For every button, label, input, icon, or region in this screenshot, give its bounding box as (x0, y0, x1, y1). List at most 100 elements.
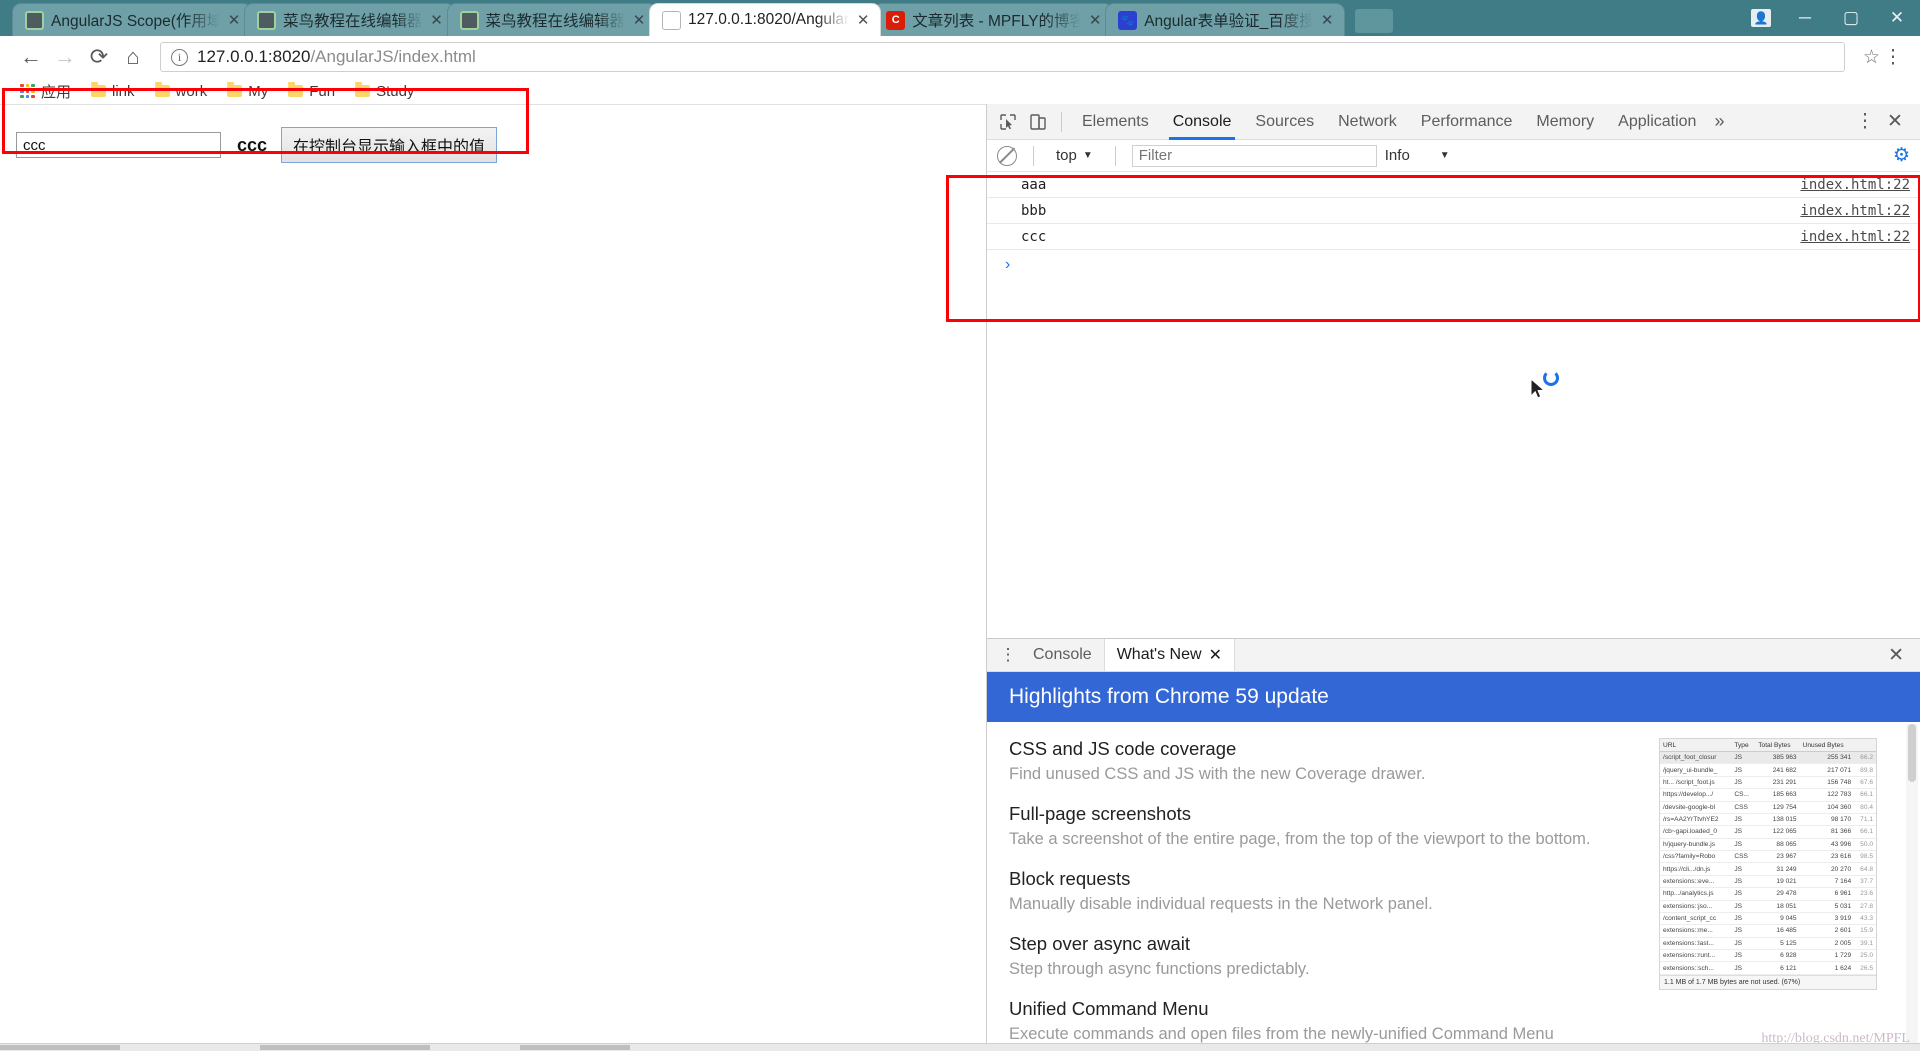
close-icon[interactable]: ✕ (1209, 645, 1222, 665)
col-url: URL (1660, 739, 1732, 752)
user-account-icon[interactable]: 👤 (1740, 0, 1782, 36)
item-title: Step over async await (1009, 933, 1190, 955)
table-cell: 385 963 (1755, 751, 1800, 765)
table-cell: JS (1731, 813, 1756, 827)
table-cell: 98.5 (1854, 850, 1876, 864)
folder-icon (154, 82, 170, 97)
table-cell: JS (1731, 776, 1756, 790)
table-row: extensions::runt... JS 6 928 1 729 25.0 (1660, 949, 1876, 963)
table-cell: 255 341 (1799, 751, 1855, 765)
text-input[interactable] (16, 132, 221, 158)
close-icon[interactable]: ✕ (1088, 11, 1102, 29)
table-cell: CSS (1731, 801, 1756, 814)
clear-console-icon[interactable] (997, 145, 1017, 166)
address-bar[interactable]: i 127.0.0.1:8020/AngularJS/index.html (160, 42, 1845, 72)
browser-tab[interactable]: C 文章列表 - MPFLY的博客 ✕ (873, 3, 1114, 36)
tab-network[interactable]: Network (1326, 104, 1409, 140)
table-cell: 31 249 (1755, 862, 1800, 876)
gear-icon[interactable]: ⚙ (1893, 144, 1910, 167)
baidu-icon: 🐾 (1118, 10, 1138, 30)
close-icon[interactable]: ✕ (430, 11, 444, 29)
table-cell: JS (1731, 838, 1756, 852)
table-cell: 129 754 (1755, 801, 1800, 814)
bookmark-my[interactable]: My (219, 81, 276, 102)
angularjs-icon (257, 10, 276, 30)
bookmark-label: Study (376, 82, 415, 100)
table-cell: 9 045 (1755, 912, 1800, 926)
drawer-close-icon[interactable]: ✕ (1888, 644, 1920, 667)
console-message-source[interactable]: index.html:22 (1800, 203, 1910, 219)
console-message-source[interactable]: index.html:22 (1800, 229, 1910, 245)
devtools-close-icon[interactable]: ✕ (1882, 110, 1908, 133)
page-info-icon[interactable]: i (171, 48, 188, 66)
table-cell: 66.1 (1854, 825, 1876, 839)
console-context-selector[interactable]: top ▼ (1050, 147, 1099, 164)
inspect-cursor-icon[interactable] (993, 108, 1023, 136)
drawer-scrollbar[interactable] (1906, 724, 1918, 1043)
console-message-row[interactable]: bbb index.html:22 (987, 198, 1920, 224)
browser-tab[interactable]: 菜鸟教程在线编辑器 ✕ (244, 3, 455, 36)
console-prompt[interactable]: › (987, 250, 1920, 280)
drawer-tab-bar: ⋮ Console What's New ✕ ✕ (987, 639, 1920, 672)
bookmark-link[interactable]: link (83, 81, 143, 102)
bookmark-apps[interactable]: 应用 (12, 79, 79, 104)
table-row: /content_script_cc JS 9 045 3 919 43.3 (1660, 912, 1876, 926)
browser-tab[interactable]: 🐾 Angular表单验证_百度搜 ✕ (1105, 3, 1346, 36)
bookmark-star-icon[interactable]: ☆ (1863, 46, 1880, 69)
tab-sources[interactable]: Sources (1243, 104, 1326, 140)
tab-elements[interactable]: Elements (1070, 104, 1161, 140)
drawer-tab-whats-new[interactable]: What's New ✕ (1103, 639, 1235, 671)
console-message-row[interactable]: ccc index.html:22 (987, 224, 1920, 250)
table-cell: extensions::me... (1660, 924, 1732, 938)
tab-performance[interactable]: Performance (1409, 104, 1525, 140)
table-cell: JS (1731, 912, 1756, 926)
bookmark-fun[interactable]: Fun (280, 81, 343, 102)
table-cell: 2 601 (1799, 924, 1855, 938)
table-cell: 104 360 (1799, 801, 1855, 814)
close-icon[interactable]: ✕ (1320, 11, 1334, 29)
minimize-button[interactable]: ─ (1782, 0, 1828, 36)
console-message-source[interactable]: index.html:22 (1800, 177, 1910, 193)
devtools-actions: ⋮ ✕ (1852, 110, 1914, 133)
tab-console[interactable]: Console (1161, 104, 1244, 140)
console-level-selector[interactable]: Info ▼ (1385, 147, 1450, 164)
more-tabs-icon[interactable]: » (1714, 111, 1724, 132)
new-tab-button[interactable] (1355, 9, 1394, 33)
url-host: 127.0.0.1:8020 (197, 47, 311, 66)
tab-memory[interactable]: Memory (1524, 104, 1606, 140)
tab-title: AngularJS Scope(作用域 (51, 13, 220, 30)
maximize-button[interactable]: ▢ (1828, 0, 1874, 36)
show-console-value-button[interactable]: 在控制台显示输入框中的值 (281, 127, 498, 163)
table-cell: JS (1731, 862, 1756, 876)
table-cell: https://develop.../ (1660, 788, 1732, 802)
back-icon[interactable]: ← (14, 40, 48, 74)
table-cell: 6 121 (1755, 961, 1800, 975)
drawer-tab-console[interactable]: Console (1021, 639, 1104, 672)
item-title: Block requests (1009, 868, 1131, 890)
close-icon[interactable]: ✕ (856, 11, 870, 29)
bookmark-work[interactable]: work (147, 81, 216, 102)
table-cell: /jquery_ui-bundle_ (1660, 763, 1732, 777)
whats-new-item: Full-page screenshots Take a screenshot … (1009, 803, 1629, 850)
close-icon[interactable]: ✕ (632, 11, 646, 29)
browser-tab[interactable]: 菜鸟教程在线编辑器 ✕ (446, 3, 658, 36)
tab-application[interactable]: Application (1606, 104, 1708, 140)
console-message-row[interactable]: aaa index.html:22 (987, 172, 1920, 198)
browser-tab-active[interactable]: ▤ 127.0.0.1:8020/Angular ✕ (649, 3, 882, 36)
close-icon[interactable]: ✕ (227, 11, 241, 29)
device-toolbar-icon[interactable] (1023, 108, 1053, 136)
bookmark-study[interactable]: Study (347, 81, 422, 102)
home-icon[interactable]: ⌂ (116, 40, 150, 74)
table-cell: CSS (1731, 850, 1756, 864)
close-window-button[interactable]: ✕ (1874, 0, 1920, 36)
browser-tab[interactable]: AngularJS Scope(作用域 ✕ (12, 3, 252, 36)
more-options-icon[interactable]: ⋮ (995, 645, 1021, 665)
reload-icon[interactable]: ⟳ (82, 40, 116, 74)
table-cell: 5 125 (1755, 937, 1800, 951)
table-cell: 81 366 (1799, 825, 1855, 839)
console-filter-input[interactable] (1131, 144, 1377, 167)
devtools-menu-icon[interactable]: ⋮ (1852, 110, 1878, 133)
web-page-area: ccc 在控制台显示输入框中的值 (0, 104, 986, 1045)
forward-icon[interactable]: → (48, 40, 82, 74)
browser-menu-icon[interactable]: ⋮ (1880, 46, 1906, 69)
